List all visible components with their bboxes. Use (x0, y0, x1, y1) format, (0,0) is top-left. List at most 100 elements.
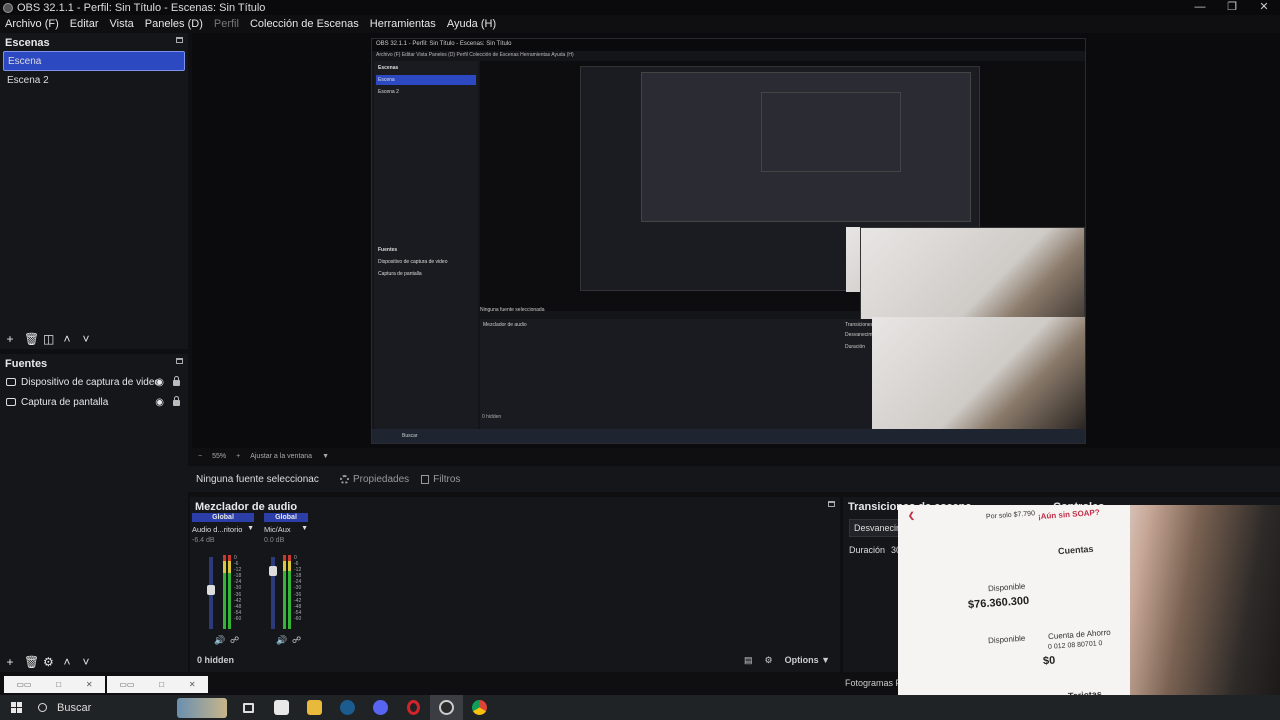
undock-icon[interactable] (176, 358, 183, 364)
filter-icon (421, 474, 430, 484)
zoom-bar: − 55% + Ajustar a la ventana ▼ (192, 449, 492, 463)
captured-phone-photo (872, 317, 1085, 429)
menu-docks[interactable]: Paneles (D) (140, 18, 209, 30)
meter-scale: 0 -6 -12 -18 -24 -30 -36 -42 -48 -54 -60 (294, 555, 302, 622)
store-icon[interactable] (265, 695, 298, 720)
menu-help[interactable]: Ayuda (H) (442, 18, 502, 30)
channel-header: Global (192, 513, 254, 522)
menu-file[interactable]: Archivo (F) (0, 18, 65, 30)
volume-slider-knob[interactable] (269, 566, 277, 576)
channel-header: Global (264, 513, 308, 522)
gear-icon[interactable]: ⚙ (43, 655, 54, 669)
thumbnail-tile[interactable]: ▭▭ □ ✕ (107, 676, 208, 693)
move-down-icon[interactable]: ˅ (81, 655, 91, 669)
headphones-icon[interactable]: ☍ (292, 635, 301, 646)
discord-icon[interactable] (364, 695, 397, 720)
zoom-in-icon[interactable]: + (236, 453, 240, 460)
audio-mixer-dock: Mezclador de audio Global Audio d...rito… (190, 497, 840, 672)
promo-price: Por solo $7.790 (985, 510, 1036, 521)
options-button[interactable]: Options ▼ (785, 655, 830, 665)
add-icon[interactable]: + (5, 332, 15, 346)
window-title: OBS 32.1.1 - Perfil: Sin Título - Escena… (17, 1, 266, 14)
captured-taskbar: Buscar (372, 429, 1085, 443)
minimize-button[interactable]: — (1184, 0, 1216, 15)
channel-name: Audio d...ritorio (192, 525, 243, 534)
captured-preview (480, 61, 1085, 347)
task-view-icon[interactable] (232, 695, 265, 720)
source-item-video-capture[interactable]: Dispositivo de captura de video ◉ (0, 372, 188, 392)
chevron-down-icon[interactable]: ▼ (247, 525, 254, 534)
mixer-footer: 0 hidden ▤ ⚙ Options ▼ (190, 648, 840, 672)
thumbnail-tile[interactable]: ▭▭ □ ✕ (4, 676, 105, 693)
scenes-dock-header: Escenas (0, 33, 188, 51)
lock-icon[interactable] (173, 396, 180, 406)
eye-icon[interactable]: ◉ (155, 397, 164, 408)
headphones-icon[interactable]: ☍ (230, 635, 239, 646)
trash-icon[interactable]: 🗑 (24, 332, 39, 346)
taskbar-search[interactable]: Buscar (32, 702, 172, 714)
windows-taskbar: Buscar (0, 695, 1280, 720)
source-item-screen-capture[interactable]: Captura de pantalla ◉ (0, 392, 188, 412)
channel-name: Mic/Aux (264, 525, 291, 534)
speaker-icon[interactable]: 🔊 (214, 635, 225, 646)
move-down-icon[interactable]: ˅ (81, 332, 91, 346)
captured-duration: Duración (845, 344, 866, 350)
volume-slider[interactable] (207, 557, 215, 629)
no-source-label: Ninguna fuente seleccionac (196, 473, 319, 485)
scene-item-escena[interactable]: Escena (3, 51, 185, 71)
properties-button[interactable]: Propiedades (340, 474, 409, 485)
filter-icon[interactable]: ◫ (43, 332, 54, 346)
captured-hidden: 0 hidden (482, 414, 502, 420)
add-icon[interactable]: + (5, 655, 15, 669)
sources-dock-title: Fuentes (5, 358, 48, 370)
chrome-icon[interactable] (463, 695, 496, 720)
zoom-out-icon[interactable]: − (198, 453, 202, 460)
chevron-down-icon[interactable]: ▼ (301, 525, 308, 534)
filters-button[interactable]: Filtros (421, 474, 460, 485)
volume-slider[interactable] (269, 557, 277, 629)
gear-icon[interactable]: ⚙ (765, 655, 773, 666)
undock-icon[interactable] (176, 37, 183, 43)
webcam-overlay: ❮ Por solo $7.790 ¡Aún sin SOAP? Cuentas… (898, 505, 1280, 720)
opera-icon[interactable] (397, 695, 430, 720)
duration-label: Duración (849, 545, 886, 555)
accounts-label: Cuentas (1057, 543, 1094, 557)
speaker-icon[interactable]: 🔊 (276, 635, 287, 646)
undock-icon[interactable] (828, 501, 835, 507)
search-icon (38, 703, 47, 712)
preview-canvas[interactable]: OBS 32.1.1 - Perfil: Sin Título - Escena… (192, 33, 1280, 448)
captured-context: Ninguna fuente seleccionada (480, 307, 545, 313)
back-chevron-icon: ❮ (907, 510, 916, 521)
menu-tools[interactable]: Herramientas (365, 18, 442, 30)
obs-icon[interactable] (430, 695, 463, 720)
eye-icon[interactable]: ◉ (155, 377, 164, 388)
scene-item-escena-2[interactable]: Escena 2 (3, 71, 185, 91)
level-meter (223, 555, 226, 629)
menu-edit[interactable]: Editar (65, 18, 105, 30)
close-button[interactable]: ✕ (1248, 0, 1280, 15)
promo-text: ¡Aún sin SOAP? (1037, 507, 1101, 522)
fit-window-label[interactable]: Ajustar a la ventana (250, 453, 312, 460)
captured-scene-2: Escena 2 (378, 89, 399, 95)
steam-icon[interactable] (331, 695, 364, 720)
mixer-title: Mezclador de audio (195, 501, 298, 513)
layout-icon[interactable]: ▤ (744, 655, 753, 666)
volume-slider-knob[interactable] (207, 585, 215, 595)
menu-view[interactable]: Vista (105, 18, 140, 30)
amount-2: $0 (1042, 654, 1056, 668)
start-button[interactable] (0, 702, 32, 713)
chevron-down-icon[interactable]: ▼ (322, 453, 329, 460)
taskbar-thumbnails: ▭▭ □ ✕ ▭▭ □ ✕ (4, 676, 208, 693)
move-up-icon[interactable]: ˄ (62, 332, 72, 346)
move-up-icon[interactable]: ˄ (62, 655, 72, 669)
lock-icon[interactable] (173, 376, 180, 386)
properties-label: Propiedades (353, 473, 410, 485)
captured-scene-1: Escena (376, 75, 476, 85)
restore-button[interactable]: ❐ (1216, 0, 1248, 15)
menu-scene-collection[interactable]: Colección de Escenas (245, 18, 365, 30)
folder-icon[interactable] (298, 695, 331, 720)
captured-left-docks: Escenas Escena Escena 2 Fuentes Disposit… (374, 61, 478, 431)
captured-scenes-title: Escenas (378, 65, 399, 71)
trash-icon[interactable]: 🗑 (24, 655, 39, 669)
obs-app-icon (3, 2, 13, 13)
